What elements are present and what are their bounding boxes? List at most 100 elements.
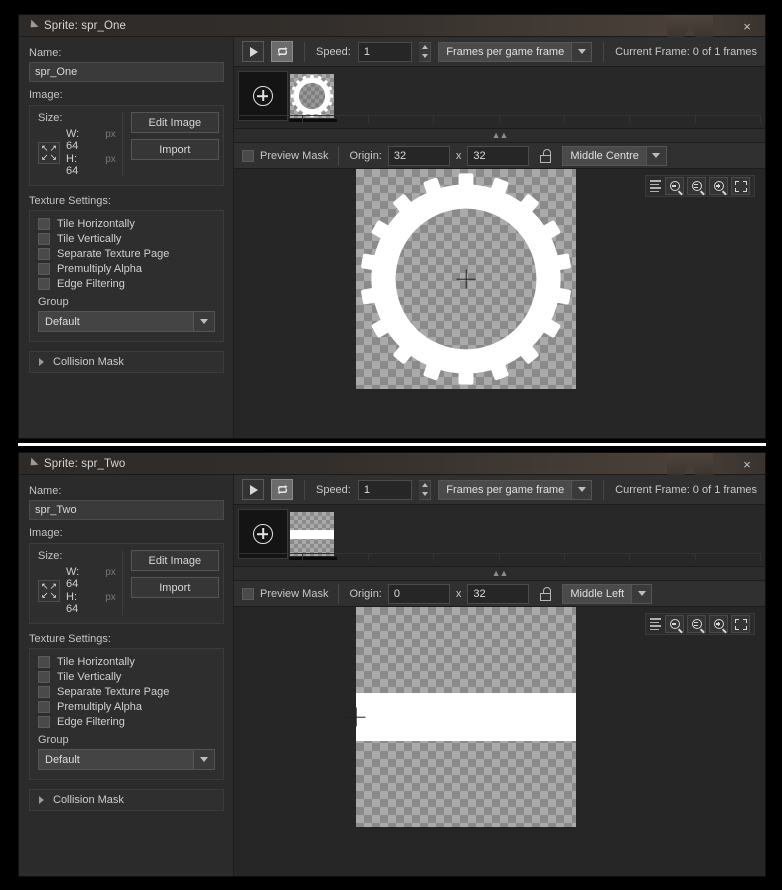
group-select-value: Default <box>45 315 80 328</box>
chevron-down-icon[interactable] <box>193 312 214 331</box>
checkbox-premultiply-alpha[interactable] <box>38 263 50 275</box>
chevron-down-icon <box>645 146 666 165</box>
checkbox-tile-vertically[interactable] <box>38 671 50 683</box>
group-select-value: Default <box>45 753 80 766</box>
loop-button[interactable] <box>271 41 294 62</box>
zoom-in-icon <box>713 619 724 629</box>
checkbox-separate-texture-page[interactable] <box>38 248 50 260</box>
edit-image-button[interactable]: Edit Image <box>130 550 219 571</box>
zoom-out-button[interactable] <box>665 615 684 633</box>
fit-to-window-button[interactable] <box>731 615 750 633</box>
label-edge-filtering: Edge Filtering <box>57 278 125 290</box>
checkbox-row-separate-texture-page[interactable]: Separate Texture Page <box>38 686 215 698</box>
speed-stepper[interactable] <box>418 479 432 500</box>
close-icon[interactable]: × <box>738 17 756 35</box>
play-icon <box>250 46 258 57</box>
checkbox-row-tile-horizontally[interactable]: Tile Horizontally <box>38 656 215 668</box>
sprite-name-input[interactable]: spr_Two <box>29 500 224 520</box>
zoom-out-button[interactable] <box>665 177 684 195</box>
window-titlebar[interactable]: Sprite: spr_One × <box>19 15 765 37</box>
speed-input[interactable]: 1 <box>357 479 412 500</box>
unlock-icon[interactable] <box>539 148 552 163</box>
preview-mask-label: Preview Mask <box>260 149 329 162</box>
checkbox-edge-filtering[interactable] <box>38 278 50 290</box>
label-tile-horizontally: Tile Horizontally <box>57 656 135 668</box>
checkbox-tile-horizontally[interactable] <box>38 656 50 668</box>
sprite-preview-canvas[interactable] <box>356 607 576 827</box>
speed-unit-select[interactable]: Frames per game frame <box>438 41 593 62</box>
checkbox-row-premultiply-alpha[interactable]: Premultiply Alpha <box>38 263 215 275</box>
origin-preset-select[interactable]: Middle Centre <box>562 145 667 166</box>
origin-x-input[interactable]: 32 <box>387 145 450 166</box>
origin-y-input[interactable]: 32 <box>467 583 530 604</box>
frame-timeline-ticks <box>238 115 761 123</box>
checkbox-row-edge-filtering[interactable]: Edge Filtering <box>38 278 215 290</box>
checkbox-separate-texture-page[interactable] <box>38 686 50 698</box>
speed-stepper[interactable] <box>418 41 432 62</box>
speed-unit-select[interactable]: Frames per game frame <box>438 479 593 500</box>
group-select[interactable]: Default <box>38 311 215 332</box>
checkbox-tile-horizontally[interactable] <box>38 218 50 230</box>
zoom-reset-button[interactable] <box>687 177 706 195</box>
chevron-right-icon <box>39 796 44 804</box>
list-icon[interactable] <box>650 180 661 192</box>
collapse-triangle-icon[interactable] <box>27 19 39 31</box>
image-label: Image: <box>29 527 63 539</box>
checkbox-row-tile-vertically[interactable]: Tile Vertically <box>38 233 215 245</box>
collision-mask-accordion[interactable]: Collision Mask <box>29 789 224 811</box>
play-button[interactable] <box>242 479 265 500</box>
frame-thumbnail-0[interactable] <box>290 512 334 556</box>
checkbox-row-tile-vertically[interactable]: Tile Vertically <box>38 671 215 683</box>
origin-x-input[interactable]: 0 <box>387 583 450 604</box>
stepper-down-icon <box>421 54 428 58</box>
checkbox-row-edge-filtering[interactable]: Edge Filtering <box>38 716 215 728</box>
zoom-in-button[interactable] <box>709 177 728 195</box>
checkbox-preview-mask[interactable] <box>242 149 254 162</box>
collision-mask-accordion[interactable]: Collision Mask <box>29 351 224 373</box>
resize-icon[interactable]: ↖ ↗ ↙ ↘ <box>38 579 60 602</box>
bar-sprite-image <box>356 693 576 741</box>
checkbox-preview-mask[interactable] <box>242 587 254 600</box>
import-button[interactable]: Import <box>130 139 219 160</box>
chevron-down-icon[interactable] <box>193 750 214 769</box>
collapse-frames-bar[interactable]: ▲▲ <box>234 567 765 581</box>
sprite-canvas-area[interactable] <box>234 169 765 438</box>
checkbox-row-separate-texture-page[interactable]: Separate Texture Page <box>38 248 215 260</box>
resize-icon[interactable]: ↖ ↗ ↙ ↘ <box>38 141 60 164</box>
collapse-triangle-icon[interactable] <box>27 457 39 469</box>
sprite-preview-canvas[interactable] <box>356 169 576 389</box>
edit-image-button[interactable]: Edit Image <box>130 112 219 133</box>
group-select[interactable]: Default <box>38 749 215 770</box>
origin-preset-value: Middle Centre <box>570 149 639 162</box>
window-tab-notch <box>667 453 713 475</box>
sprite-editor-window-two: Sprite: spr_Two × Name: spr_Two Image: S… <box>18 452 766 877</box>
checkbox-tile-vertically[interactable] <box>38 233 50 245</box>
checkbox-premultiply-alpha[interactable] <box>38 701 50 713</box>
collapse-frames-bar[interactable]: ▲▲ <box>234 129 765 143</box>
checkbox-row-tile-horizontally[interactable]: Tile Horizontally <box>38 218 215 230</box>
fit-to-window-button[interactable] <box>731 177 750 195</box>
list-icon[interactable] <box>650 618 661 630</box>
close-icon[interactable]: × <box>738 455 756 473</box>
import-button[interactable]: Import <box>130 577 219 598</box>
checkbox-row-premultiply-alpha[interactable]: Premultiply Alpha <box>38 701 215 713</box>
zoom-out-icon <box>669 181 680 191</box>
sprite-name-input[interactable]: spr_One <box>29 62 224 82</box>
unlock-icon[interactable] <box>539 586 552 601</box>
origin-y-input[interactable]: 32 <box>467 145 530 166</box>
chevron-right-icon <box>39 358 44 366</box>
zoom-reset-button[interactable] <box>687 615 706 633</box>
loop-button[interactable] <box>271 479 294 500</box>
play-button[interactable] <box>242 41 265 62</box>
texture-settings-group: Tile Horizontally Tile Vertically Separa… <box>29 210 224 342</box>
sprite-canvas-area[interactable] <box>234 607 765 876</box>
frame-thumbnail-0[interactable] <box>290 74 334 118</box>
speed-input[interactable]: 1 <box>357 41 412 62</box>
checkbox-edge-filtering[interactable] <box>38 716 50 728</box>
window-titlebar[interactable]: Sprite: spr_Two × <box>19 453 765 475</box>
add-frame-button[interactable] <box>238 509 288 559</box>
origin-preset-select[interactable]: Middle Left <box>562 583 653 604</box>
zoom-in-button[interactable] <box>709 615 728 633</box>
origin-toolbar: Preview Mask Origin: 0 x 32 Middle Left <box>234 581 765 607</box>
add-frame-button[interactable] <box>238 71 288 121</box>
